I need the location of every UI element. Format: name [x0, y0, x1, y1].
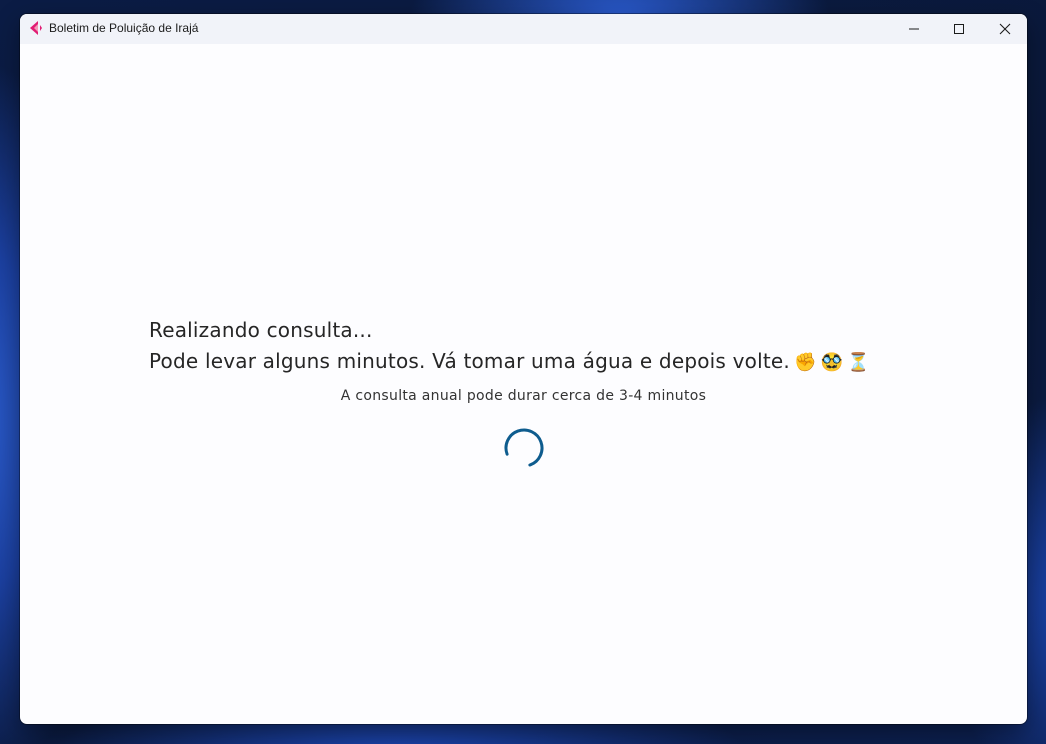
app-logo-icon: [28, 20, 44, 36]
hourglass-emoji: ⏳: [847, 352, 870, 373]
fist-emoji: ✊: [793, 352, 817, 373]
loading-title: Realizando consulta...: [149, 318, 373, 342]
title-bar[interactable]: Boletim de Poluição de Irajá: [20, 14, 1027, 44]
minimize-icon: [908, 20, 920, 39]
window-title: Boletim de Poluição de Irajá: [49, 21, 199, 35]
loading-spinner-icon: [502, 426, 546, 470]
maximize-button[interactable]: [936, 14, 982, 44]
disguise-emoji: 🥸: [820, 352, 844, 373]
close-button[interactable]: [982, 14, 1027, 44]
loading-message-text: Pode levar alguns minutos. Vá tomar uma …: [149, 349, 790, 373]
close-icon: [999, 20, 1011, 39]
minimize-button[interactable]: [891, 14, 937, 44]
main-content: Realizando consulta... Pode levar alguns…: [20, 44, 1027, 724]
loading-message: Pode levar alguns minutos. Vá tomar uma …: [149, 349, 870, 373]
maximize-icon: [953, 20, 965, 39]
loading-note: A consulta anual pode durar cerca de 3-4…: [340, 388, 707, 404]
app-window: Boletim de Poluição de Irajá Realizando …: [20, 14, 1027, 724]
